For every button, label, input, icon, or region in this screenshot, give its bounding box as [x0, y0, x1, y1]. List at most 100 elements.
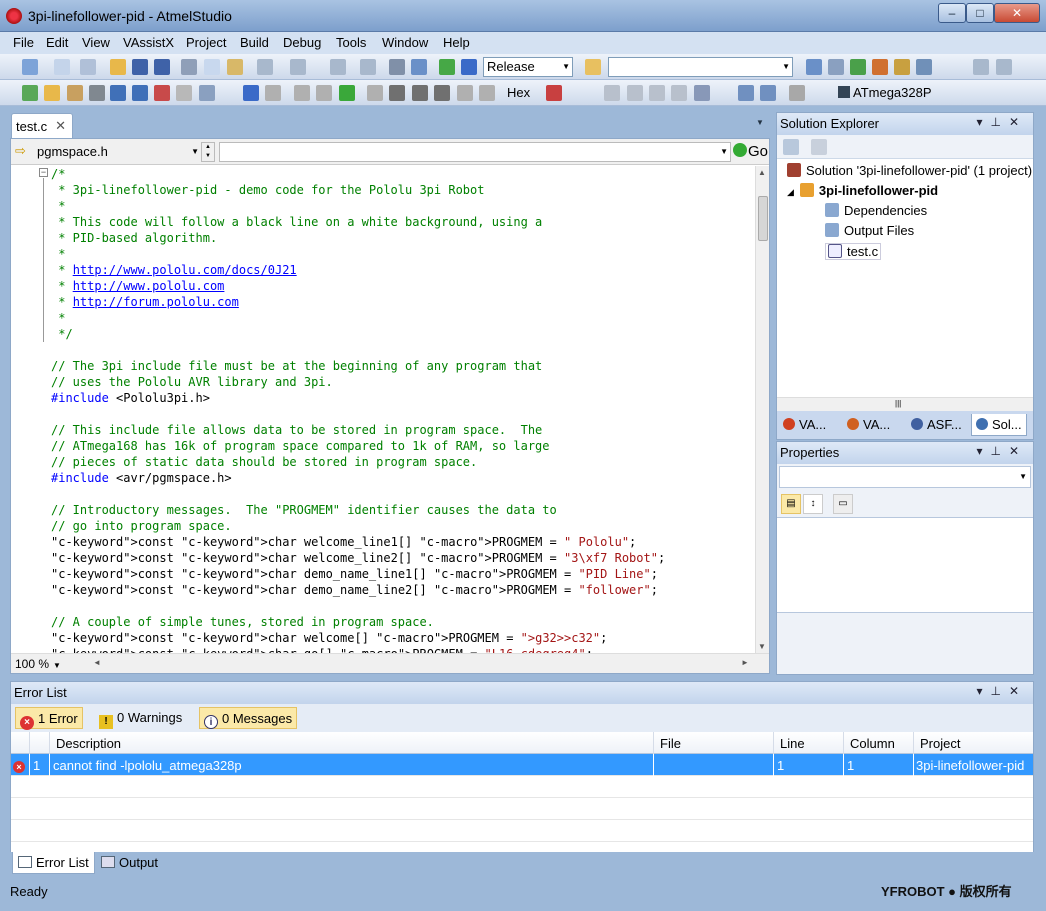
close-button[interactable]: ✕	[994, 3, 1040, 23]
col-column[interactable]: Column	[843, 732, 913, 754]
task-list-icon[interactable]	[22, 85, 38, 101]
step-into-icon[interactable]	[294, 85, 310, 101]
add-existing-icon[interactable]	[80, 59, 96, 75]
solution-node[interactable]: Solution '3pi-linefollower-pid' (1 proje…	[787, 163, 1032, 178]
menu-debug[interactable]: Debug	[283, 35, 321, 50]
code-area[interactable]: − /* * 3pi-linefollower-pid - demo code …	[11, 166, 755, 653]
scroll-right-icon[interactable]: ►	[741, 658, 749, 667]
scroll-left-icon[interactable]: ◄	[93, 658, 101, 667]
alphabetical-icon[interactable]: ↕	[803, 494, 823, 514]
breakpoints-icon[interactable]	[546, 85, 562, 101]
properties-icon[interactable]	[783, 139, 799, 155]
io-view-icon[interactable]	[738, 85, 754, 101]
rename-icon[interactable]	[110, 85, 126, 101]
expand-arrow-icon[interactable]: ◢	[787, 187, 794, 197]
property-pages-icon[interactable]: ▭	[833, 494, 853, 514]
menu-edit[interactable]: Edit	[46, 35, 68, 50]
copy-icon[interactable]	[204, 59, 220, 75]
editor-vertical-scrollbar[interactable]: ▲ ▼	[755, 166, 769, 653]
device-selector[interactable]: ATmega328P	[838, 85, 932, 100]
disassembly-icon[interactable]	[694, 85, 710, 101]
zoom-select[interactable]: 100 % ▼	[15, 657, 61, 671]
tab-output[interactable]: Output	[96, 852, 163, 874]
document-list-dropdown-icon[interactable]: ▼	[756, 118, 764, 127]
solution-hscroll[interactable]: |||	[777, 397, 1033, 411]
menu-help[interactable]: Help	[443, 35, 470, 50]
start-without-debugging-icon[interactable]	[461, 59, 477, 75]
show-next-statement-icon[interactable]	[389, 85, 405, 101]
show-all-files-icon[interactable]	[811, 139, 827, 155]
minimize-button[interactable]: –	[938, 3, 966, 23]
errors-filter-button[interactable]: × 1 Error	[15, 707, 83, 730]
reset-icon[interactable]	[479, 85, 495, 101]
panel-controls[interactable]: ▾⊥✕	[976, 444, 1027, 458]
redo-icon[interactable]	[290, 59, 306, 75]
warnings-filter-button[interactable]: ! 0 Warnings	[95, 707, 186, 729]
find-in-files-icon[interactable]	[585, 59, 601, 75]
tab-va-view[interactable]: VA...	[843, 414, 894, 436]
project-node[interactable]: ◢ 3pi-linefollower-pid	[787, 183, 938, 198]
toolbox-icon[interactable]	[850, 59, 866, 75]
menu-project[interactable]: Project	[186, 35, 226, 50]
new-project-icon[interactable]	[22, 59, 38, 75]
locals-icon[interactable]	[627, 85, 643, 101]
file-spinner[interactable]: ▲ ▼	[201, 142, 215, 162]
find-icon[interactable]	[411, 59, 427, 75]
col-project[interactable]: Project	[913, 732, 1033, 754]
menu-window[interactable]: Window	[382, 35, 428, 50]
menu-tools[interactable]: Tools	[336, 35, 366, 50]
step-over-icon[interactable]	[367, 85, 383, 101]
panel-controls[interactable]: ▾⊥✕	[976, 684, 1027, 698]
find-symbol-icon[interactable]	[67, 85, 83, 101]
goto-icon[interactable]	[132, 85, 148, 101]
menu-view[interactable]: View	[82, 35, 110, 50]
outdent-icon[interactable]	[996, 59, 1012, 75]
go-button[interactable]: Go	[733, 141, 769, 163]
navigate-forward-icon[interactable]	[360, 59, 376, 75]
tab-solution-explorer[interactable]: Sol...	[971, 414, 1027, 436]
file-select[interactable]: pgmspace.h ▼	[15, 142, 201, 162]
menu-build[interactable]: Build	[240, 35, 269, 50]
undo-icon[interactable]	[257, 59, 273, 75]
tab-va-outline[interactable]: VA...	[779, 414, 830, 436]
registers-icon[interactable]	[671, 85, 687, 101]
paste-icon[interactable]	[227, 59, 243, 75]
test-c-node[interactable]: test.c	[825, 243, 882, 260]
step-back-icon[interactable]	[457, 85, 473, 101]
watch-icon[interactable]	[604, 85, 620, 101]
scroll-down-icon[interactable]: ▼	[758, 642, 766, 651]
panel-controls[interactable]: ▾⊥✕	[976, 115, 1027, 129]
open-folder-icon[interactable]	[110, 59, 126, 75]
col-file[interactable]: File	[653, 732, 773, 754]
save-all-icon[interactable]	[154, 59, 170, 75]
pause-icon[interactable]	[316, 85, 332, 101]
member-select[interactable]: ▼	[219, 142, 731, 162]
memory-icon[interactable]	[649, 85, 665, 101]
categorized-icon[interactable]: ▤	[781, 494, 801, 514]
cut-icon[interactable]	[181, 59, 197, 75]
property-grid[interactable]	[777, 517, 1033, 613]
continue-icon[interactable]	[339, 85, 355, 101]
solution-config-icon[interactable]	[389, 59, 405, 75]
messages-filter-button[interactable]: i0 Messages	[199, 707, 298, 729]
navigate-backward-icon[interactable]	[330, 59, 346, 75]
col-line[interactable]: Line	[773, 732, 843, 754]
open-file-icon[interactable]	[44, 85, 60, 101]
run-to-cursor-icon[interactable]	[434, 85, 450, 101]
maximize-button[interactable]: □	[966, 3, 994, 23]
add-item-icon[interactable]	[54, 59, 70, 75]
command-window-icon[interactable]	[916, 59, 932, 75]
col-description[interactable]: Description	[49, 732, 653, 754]
save-icon[interactable]	[132, 59, 148, 75]
menu-file[interactable]: File	[13, 35, 34, 50]
scroll-thumb[interactable]	[758, 196, 768, 241]
tab-error-list[interactable]: Error List	[12, 852, 95, 874]
output-files-node[interactable]: Output Files	[825, 223, 914, 238]
build-configuration-select[interactable]: Release ▼	[483, 57, 573, 77]
processor-view-icon[interactable]	[760, 85, 776, 101]
find-combo[interactable]: ▼	[608, 57, 793, 77]
start-page-icon[interactable]	[894, 59, 910, 75]
spell-abc-icon[interactable]	[176, 85, 192, 101]
tab-test-c[interactable]: test.c ✕	[11, 113, 73, 138]
references-icon[interactable]	[89, 85, 105, 101]
